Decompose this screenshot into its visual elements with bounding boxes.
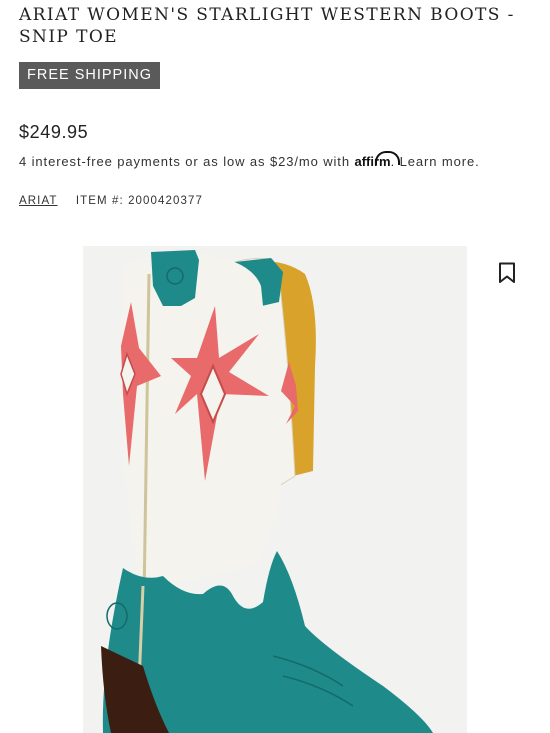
bookmark-icon[interactable]: [498, 262, 516, 284]
affirm-logo: affirm: [354, 151, 401, 169]
product-image[interactable]: [83, 246, 467, 733]
bookmark-icon-graphic: [499, 262, 515, 283]
financing-message: 4 interest-free payments or as low as $2…: [19, 151, 480, 169]
brand-link[interactable]: ARIAT: [19, 195, 58, 207]
product-meta: ARIAT ITEM #: 2000420377: [19, 195, 203, 207]
boot-illustration: [101, 250, 433, 733]
product-title: ARIAT WOMEN'S STARLIGHT WESTERN BOOTS - …: [19, 5, 515, 47]
learn-more-link[interactable]: Learn more.: [400, 154, 480, 169]
product-price: $249.95: [19, 122, 89, 142]
financing-text: 4 interest-free payments or as low as $2…: [19, 154, 350, 169]
free-shipping-badge: FREE SHIPPING: [19, 62, 160, 89]
affirm-arc-icon: [375, 151, 401, 165]
item-number: ITEM #: 2000420377: [75, 195, 204, 207]
product-page: ARIAT WOMEN'S STARLIGHT WESTERN BOOTS - …: [0, 0, 550, 733]
